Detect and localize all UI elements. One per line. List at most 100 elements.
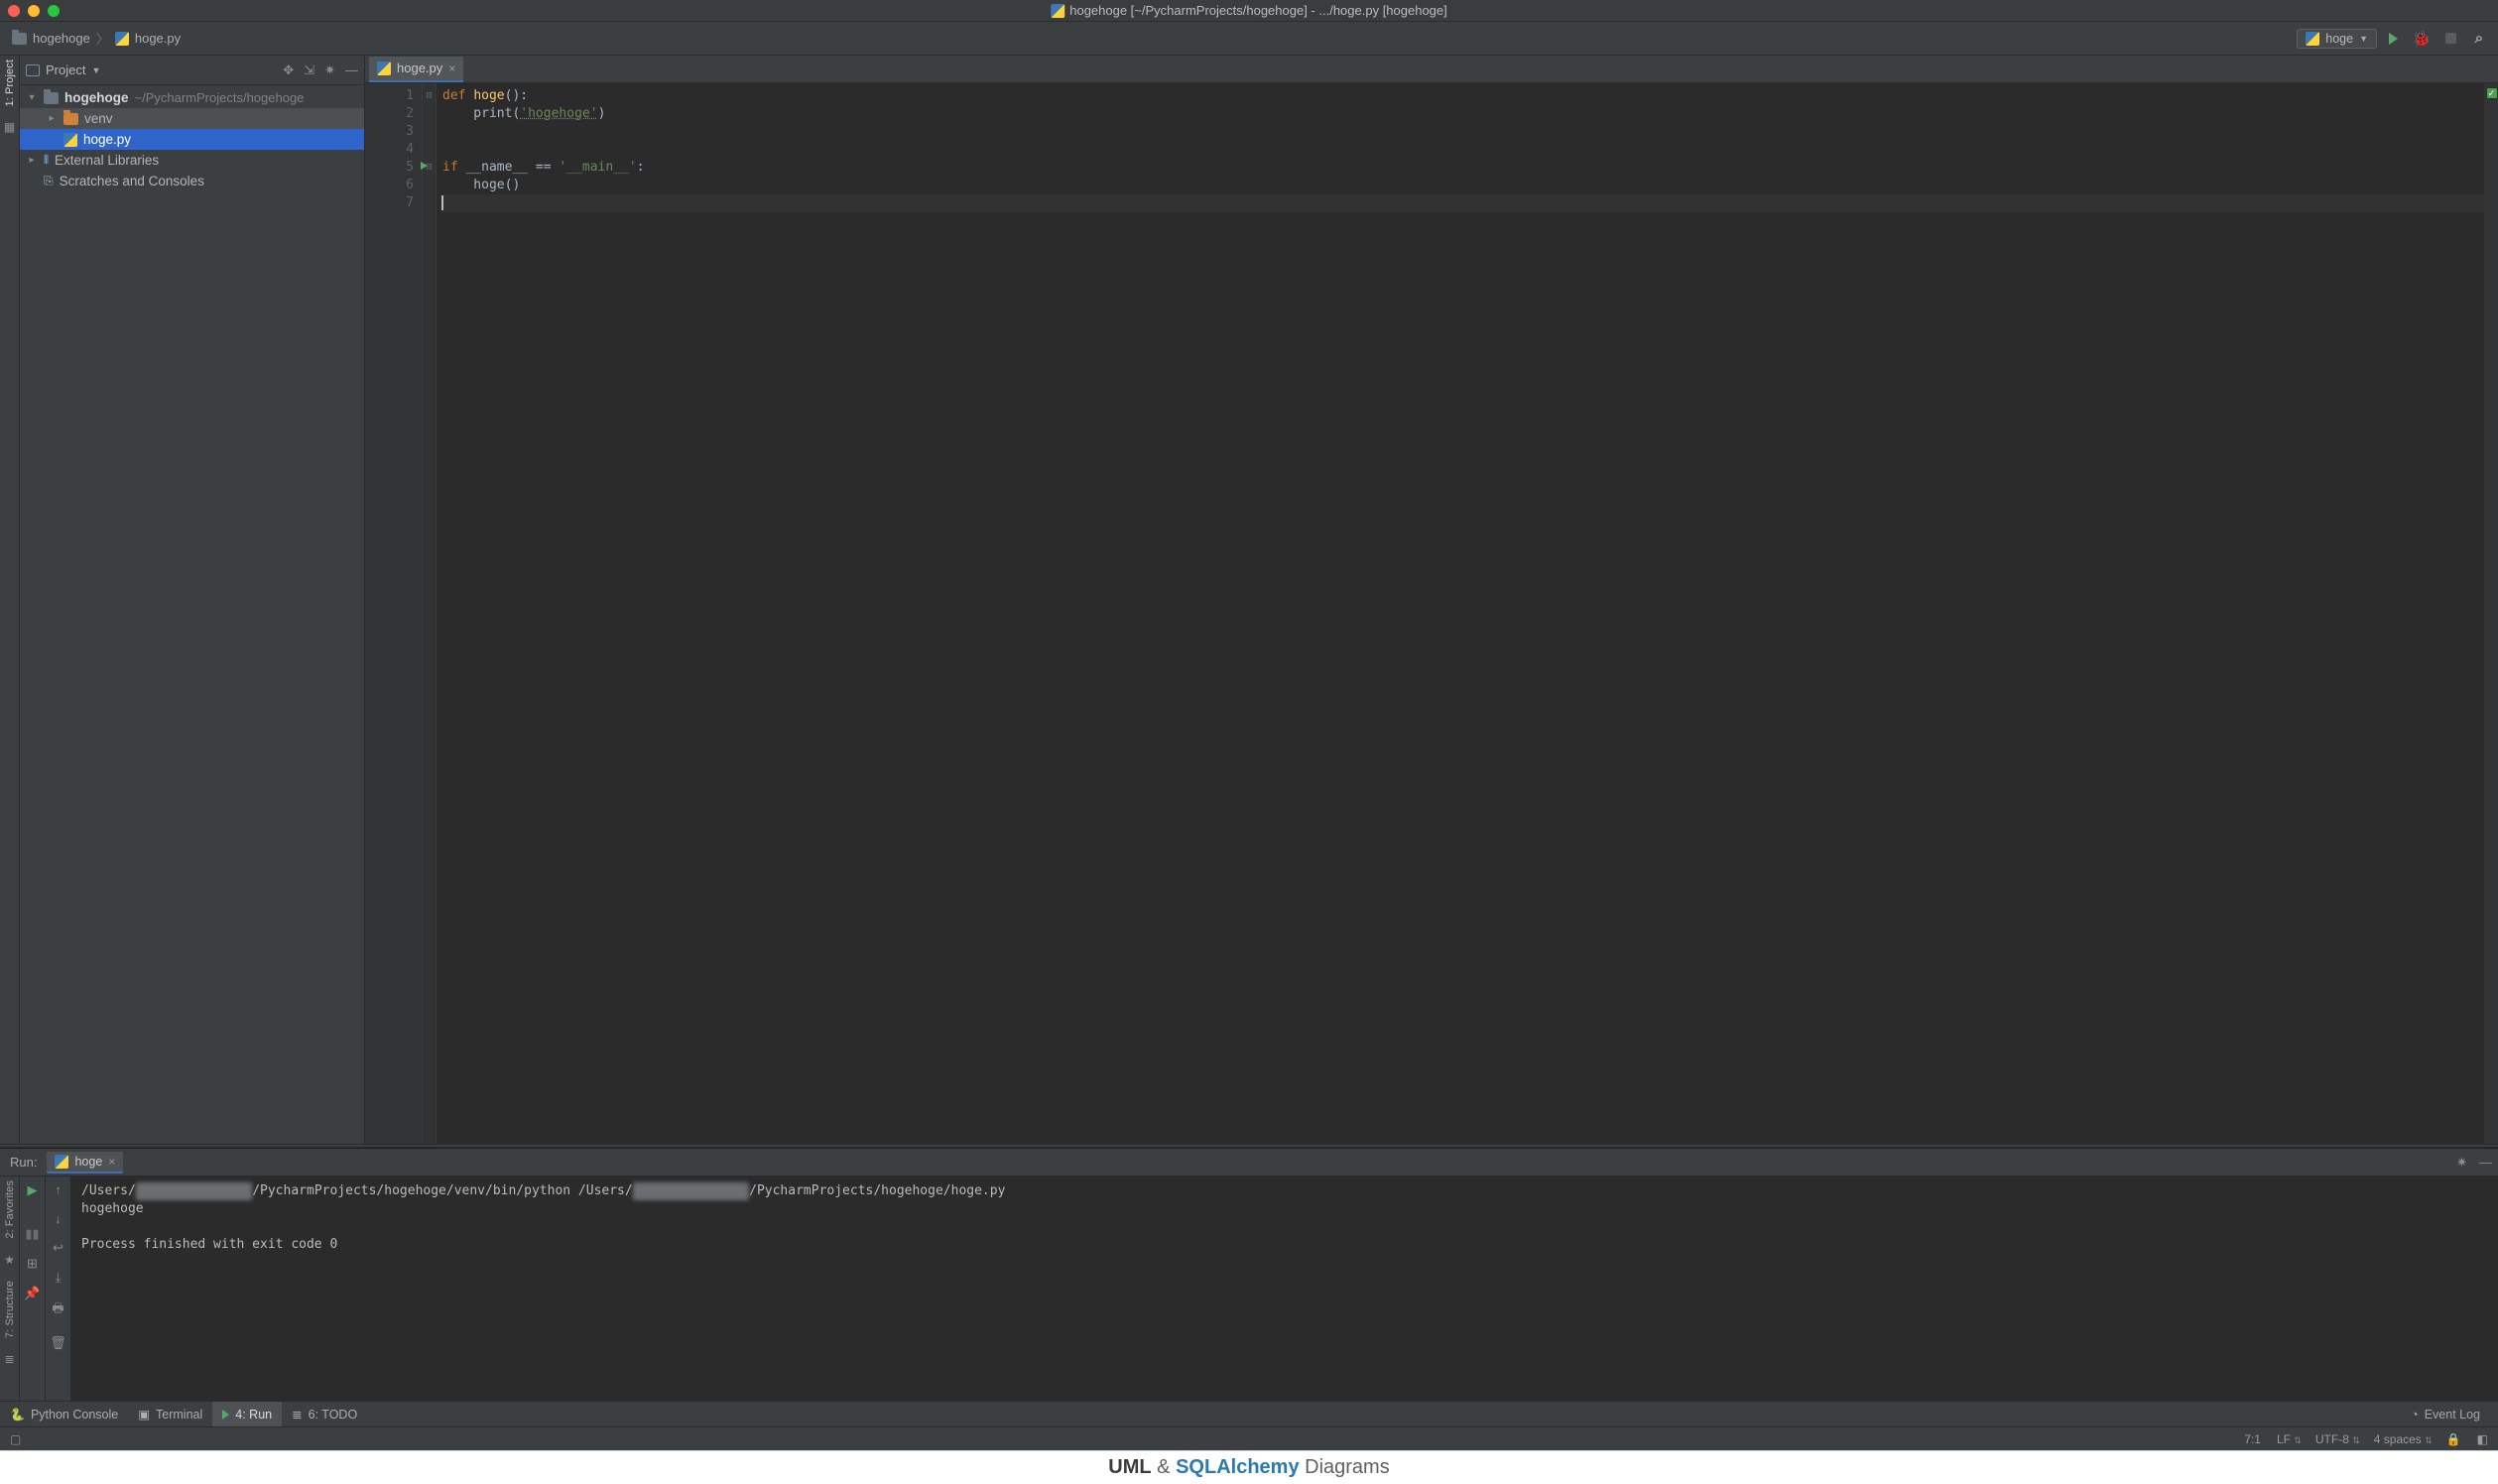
run-header: Run: hoge × ✷ —: [0, 1149, 2498, 1176]
expand-all-button[interactable]: ⇲: [304, 62, 314, 78]
navigation-bar: hogehoge 〉 hoge.py hoge ▼ 🐞 ⌕: [0, 22, 2498, 56]
run-tab-label: hoge: [74, 1155, 102, 1169]
settings-button[interactable]: ✷: [324, 62, 335, 78]
project-tool-tab[interactable]: 1: Project: [4, 60, 16, 106]
star-icon: ★: [2, 1253, 18, 1267]
run-configuration-selector[interactable]: hoge ▼: [2297, 29, 2377, 49]
tree-label: venv: [84, 111, 113, 126]
close-tab-button[interactable]: ×: [448, 62, 455, 75]
python-icon: [2306, 32, 2319, 46]
pause-button[interactable]: ▮▮: [25, 1226, 39, 1242]
debug-button[interactable]: 🐞: [2409, 26, 2435, 52]
tool-windows-toggle[interactable]: ▢: [10, 1432, 21, 1446]
run-console-output[interactable]: /Users/xxxxxxxx xxxxxx/PycharmProjects/h…: [71, 1176, 2498, 1401]
bug-icon: 🐞: [2413, 30, 2432, 48]
project-view-icon: [26, 64, 40, 76]
stop-icon: [2445, 33, 2456, 44]
run-tab[interactable]: hoge ×: [47, 1152, 123, 1174]
favorites-tool-tab[interactable]: 2: Favorites: [4, 1180, 16, 1239]
editor-gutter[interactable]: 1 2 3 4 5 6 7: [365, 83, 423, 1144]
chevron-down-icon[interactable]: ▼: [91, 65, 100, 75]
up-button[interactable]: ↑: [55, 1182, 62, 1197]
project-header-title-group: Project ▼: [26, 62, 100, 77]
python-console-tab[interactable]: 🐍 Python Console: [0, 1402, 128, 1427]
line-separator[interactable]: LF ⇅: [2277, 1432, 2300, 1446]
list-icon: ≣: [292, 1407, 302, 1422]
tree-item-file[interactable]: hoge.py: [20, 129, 364, 150]
run-label: Run:: [10, 1155, 37, 1170]
editor-body: 1 2 3 4 5 6 7 ⊟⊟ def hoge(): print('hoge…: [365, 83, 2498, 1144]
search-everywhere-button[interactable]: ⌕: [2466, 26, 2492, 52]
todo-tab[interactable]: ≣ 6: TODO: [282, 1402, 367, 1427]
expand-toggle[interactable]: [46, 113, 58, 124]
file-encoding[interactable]: UTF-8 ⇅: [2315, 1432, 2358, 1446]
editor-tab[interactable]: hoge.py ×: [369, 57, 463, 82]
project-header: Project ▼ ✥ ⇲ ✷ —: [20, 56, 364, 85]
main-content: 1: Project ▦ Project ▼ ✥ ⇲ ✷ — hogehoge …: [0, 56, 2498, 1144]
indent-setting[interactable]: 4 spaces ⇅: [2374, 1432, 2431, 1446]
soft-wrap-button[interactable]: ↩: [53, 1240, 63, 1256]
editor-inspection-strip: ✓: [2484, 83, 2498, 1144]
terminal-icon: ▣: [138, 1407, 150, 1422]
structure-tool-tab[interactable]: 7: Structure: [4, 1281, 16, 1338]
event-log-button[interactable]: ◔ Event Log: [2401, 1402, 2490, 1427]
breadcrumb-project[interactable]: hogehoge: [33, 31, 90, 46]
project-tree[interactable]: hogehoge ~/PycharmProjects/hogehoge venv…: [20, 85, 364, 1144]
down-button[interactable]: ↓: [55, 1211, 62, 1226]
maximize-window-button[interactable]: [48, 5, 60, 17]
inspection-ok-icon[interactable]: ✓: [2486, 87, 2498, 99]
print-button[interactable]: 🖶: [52, 1299, 63, 1321]
run-gutter-icon[interactable]: [421, 162, 428, 170]
project-pane-title[interactable]: Project: [46, 62, 85, 77]
stop-button[interactable]: [2437, 26, 2463, 52]
tree-item-external[interactable]: ⫴ External Libraries: [20, 150, 364, 171]
project-tool-icon: ▦: [2, 120, 18, 134]
caret-position[interactable]: 7:1: [2244, 1432, 2261, 1446]
hide-button[interactable]: —: [345, 62, 358, 77]
run-button[interactable]: [2380, 26, 2406, 52]
play-icon: [222, 1410, 229, 1420]
rerun-button[interactable]: ▶: [28, 1182, 38, 1198]
close-window-button[interactable]: [8, 5, 20, 17]
traffic-lights: [0, 5, 60, 17]
expand-toggle[interactable]: [26, 155, 38, 166]
expand-toggle[interactable]: [26, 92, 38, 103]
terminal-tab[interactable]: ▣ Terminal: [128, 1402, 212, 1427]
memory-indicator[interactable]: ◧: [2477, 1432, 2488, 1446]
python-file-icon: [1051, 4, 1064, 18]
clear-button[interactable]: 🗑: [50, 1335, 66, 1351]
run-hide-button[interactable]: —: [2479, 1155, 2492, 1170]
tree-root[interactable]: hogehoge ~/PycharmProjects/hogehoge: [20, 87, 364, 108]
tree-item-venv[interactable]: venv: [20, 108, 364, 129]
close-tab-button[interactable]: ×: [108, 1155, 115, 1169]
tree-item-scratches[interactable]: ⎘ Scratches and Consoles: [20, 171, 364, 191]
line-number: 4: [365, 141, 414, 159]
minimize-window-button[interactable]: [28, 5, 40, 17]
run-action-strip-1: ▶ ▮▮ ⊞ 📌: [20, 1176, 46, 1401]
search-icon: ⌕: [2475, 30, 2483, 47]
locate-button[interactable]: ✥: [283, 62, 294, 78]
footer-sqlalchemy: SQLAlchemy: [1176, 1456, 1299, 1478]
run-config-name: hoge: [2325, 32, 2353, 46]
editor-tab-label: hoge.py: [397, 61, 442, 75]
line-number: 1: [365, 87, 414, 105]
layout-button[interactable]: ⊞: [27, 1256, 38, 1272]
breadcrumb-file[interactable]: hoge.py: [135, 31, 181, 46]
line-number: 2: [365, 105, 414, 123]
tree-label: hoge.py: [83, 132, 131, 147]
footer-banner: UML & SQLAlchemy Diagrams: [0, 1450, 2498, 1484]
fold-column[interactable]: ⊟⊟: [423, 83, 437, 1144]
run-toolbar: hoge ▼ 🐞 ⌕: [2297, 26, 2492, 52]
run-tab-button[interactable]: 4: Run: [212, 1402, 282, 1427]
chevron-right-icon: 〉: [96, 29, 109, 48]
status-bar: ▢ 7:1 LF ⇅ UTF-8 ⇅ 4 spaces ⇅ 🔒 ◧: [0, 1426, 2498, 1450]
pin-button[interactable]: 📌: [24, 1286, 40, 1301]
readonly-lock-icon[interactable]: 🔒: [2446, 1432, 2461, 1446]
editor-tabs: hoge.py ×: [365, 56, 2498, 83]
scroll-to-end-button[interactable]: ⤓: [56, 1270, 62, 1286]
python-file-icon: [377, 62, 391, 75]
run-settings-button[interactable]: ✷: [2456, 1155, 2467, 1171]
editor-code-area[interactable]: def hoge(): print('hogehoge') if __name_…: [437, 83, 2484, 1144]
left-tool-strip: 1: Project ▦: [0, 56, 20, 1144]
folder-icon: [44, 92, 59, 104]
